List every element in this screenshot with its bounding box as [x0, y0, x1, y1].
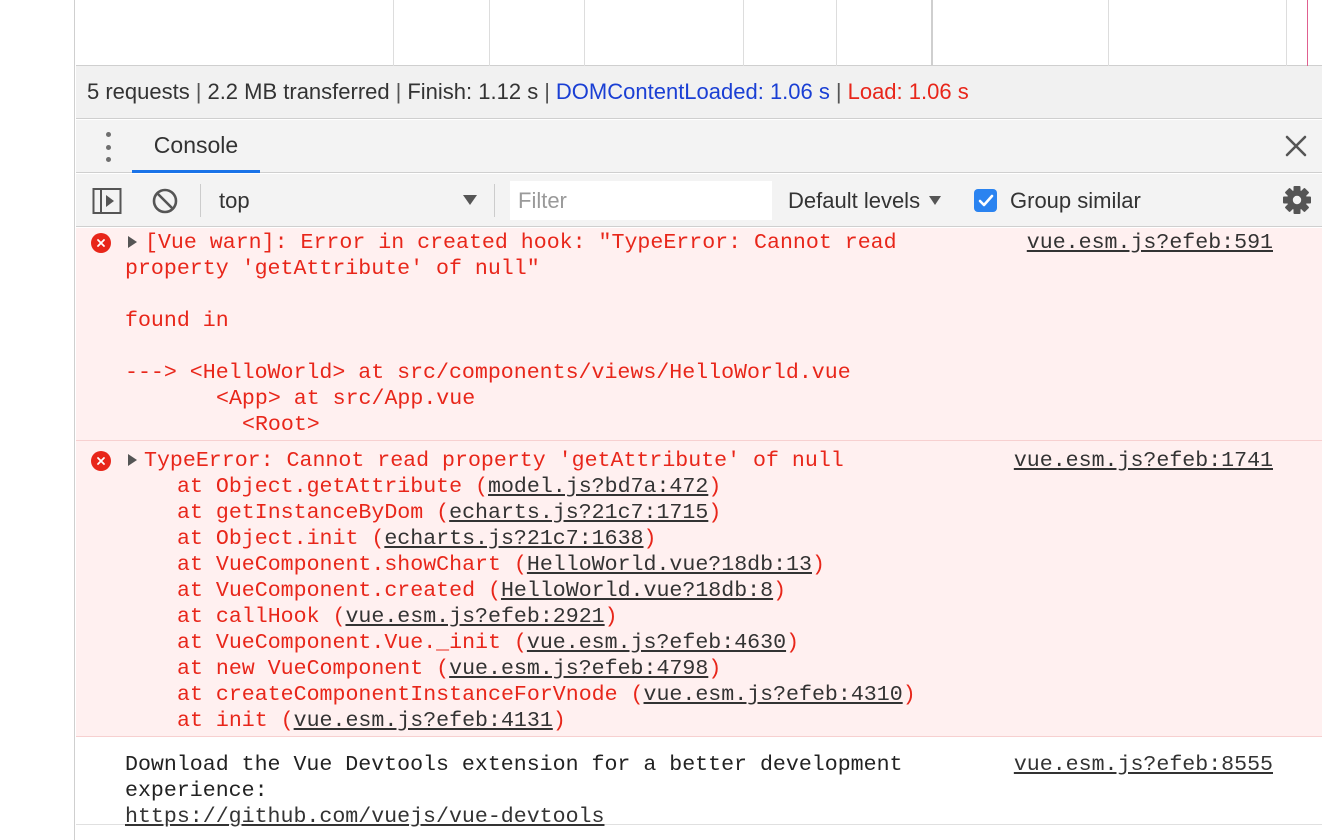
finish-time: Finish: 1.12 s	[407, 79, 539, 104]
timeline-gridline	[1108, 0, 1109, 66]
message-text: found in	[125, 309, 229, 333]
drawer-tab-bar: Console	[76, 120, 1322, 173]
stack-location-link[interactable]: echarts.js?21c7:1638	[384, 527, 643, 551]
stack-frame: at init (vue.esm.js?efeb:4131)	[177, 709, 566, 733]
stack-function: at getInstanceByDom	[177, 501, 424, 525]
stack-location-link[interactable]: echarts.js?21c7:1715	[449, 501, 708, 525]
toolbar-divider	[494, 184, 495, 217]
dom-content-loaded-time: DOMContentLoaded: 1.06 s	[555, 79, 830, 104]
context-selector[interactable]: top	[206, 182, 482, 219]
page-gutter	[0, 0, 75, 840]
close-icon[interactable]	[1282, 132, 1310, 160]
stack-location-link[interactable]: HelloWorld.vue?18db:8	[501, 579, 773, 603]
stack-location-link[interactable]: vue.esm.js?efeb:2921	[345, 605, 604, 629]
stack-function: at init	[177, 709, 268, 733]
stack-function: at VueComponent.Vue._init	[177, 631, 501, 655]
source-link[interactable]: vue.esm.js?efeb:1741	[1014, 448, 1273, 474]
stack-frame: at VueComponent.created (HelloWorld.vue?…	[177, 579, 787, 603]
message-text: TypeError: Cannot read property 'getAttr…	[144, 449, 844, 473]
stack-function: at new VueComponent	[177, 657, 424, 681]
summary-separator: |	[544, 79, 550, 104]
message-text: experience:	[125, 779, 268, 803]
requests-count: 5 requests	[87, 79, 190, 104]
message-text: Download the Vue Devtools extension for …	[125, 753, 903, 777]
group-similar-checkbox[interactable]	[974, 189, 997, 212]
timeline-gridline	[393, 0, 394, 66]
stack-frame: at VueComponent.showChart (HelloWorld.vu…	[177, 553, 825, 577]
stack-function: at VueComponent.showChart	[177, 553, 501, 577]
stack-function: at callHook	[177, 605, 320, 629]
transferred-size: 2.2 MB transferred	[207, 79, 390, 104]
message-text: <App> at src/App.vue	[216, 387, 476, 411]
context-value: top	[219, 187, 250, 213]
tab-console[interactable]: Console	[132, 120, 260, 173]
stack-location-link[interactable]: model.js?bd7a:472	[488, 475, 708, 499]
stack-location-link[interactable]: HelloWorld.vue?18db:13	[527, 553, 812, 577]
clear-console-icon[interactable]	[151, 187, 179, 215]
timeline-gridline	[489, 0, 490, 66]
summary-separator: |	[395, 79, 402, 104]
load-event-marker	[1307, 0, 1308, 66]
dropdown-arrow-icon	[463, 195, 477, 205]
timeline-gridline	[584, 0, 585, 66]
summary-separator: |	[195, 79, 202, 104]
console-error-message: vue.esm.js?efeb:591 [Vue warn]: Error in…	[76, 228, 1322, 441]
message-text: <Root>	[242, 413, 320, 437]
console-info-message: vue.esm.js?efeb:8555 Download the Vue De…	[76, 737, 1322, 829]
group-similar-label[interactable]: Group similar	[1010, 182, 1141, 219]
expand-arrow-icon[interactable]	[128, 236, 137, 248]
stack-frame: at Object.init (echarts.js?21c7:1638)	[177, 527, 657, 551]
summary-separator: |	[835, 79, 842, 104]
expand-arrow-icon[interactable]	[128, 454, 137, 466]
error-icon	[91, 233, 111, 253]
source-link[interactable]: vue.esm.js?efeb:8555	[1014, 752, 1273, 778]
network-summary-bar: 5 requests | 2.2 MB transferred | Finish…	[76, 66, 1322, 119]
log-levels-label: Default levels	[788, 187, 921, 213]
stack-frame: at Object.getAttribute (model.js?bd7a:47…	[177, 475, 722, 499]
log-levels-dropdown[interactable]: Default levels	[788, 182, 942, 219]
stack-function: at Object.init	[177, 527, 359, 551]
stack-location-link[interactable]: vue.esm.js?efeb:4131	[294, 709, 553, 733]
console-toolbar: top Default levels Group similar	[76, 174, 1322, 227]
timeline-gridline	[1286, 0, 1287, 66]
message-text: ---> <HelloWorld> at src/components/view…	[125, 361, 851, 385]
devtools-link[interactable]: https://github.com/vuejs/vue-devtools	[125, 804, 604, 830]
stack-function: at createComponentInstanceForVnode	[177, 683, 618, 707]
settings-gear-icon[interactable]	[1282, 185, 1312, 215]
stack-function: at VueComponent.created	[177, 579, 476, 603]
dropdown-arrow-icon	[929, 196, 942, 205]
stack-location-link[interactable]: vue.esm.js?efeb:4630	[527, 631, 786, 655]
devtools-panel: 5 requests | 2.2 MB transferred | Finish…	[76, 0, 1322, 840]
stack-location-link[interactable]: vue.esm.js?efeb:4310	[644, 683, 903, 707]
show-sidebar-icon[interactable]	[92, 187, 122, 215]
stack-location-link[interactable]: vue.esm.js?efeb:4798	[449, 657, 708, 681]
stack-frame: at callHook (vue.esm.js?efeb:2921)	[177, 605, 618, 629]
timeline-gridline	[836, 0, 837, 66]
message-text: property 'getAttribute' of null"	[125, 257, 540, 281]
console-error-message: vue.esm.js?efeb:1741 TypeError: Cannot r…	[76, 441, 1322, 737]
stack-frame: at createComponentInstanceForVnode (vue.…	[177, 683, 916, 707]
filter-input[interactable]	[510, 181, 772, 220]
toolbar-divider	[200, 184, 201, 217]
console-messages: vue.esm.js?efeb:591 [Vue warn]: Error in…	[76, 228, 1322, 840]
stack-frame: at new VueComponent (vue.esm.js?efeb:479…	[177, 657, 722, 681]
message-text: [Vue warn]: Error in created hook: "Type…	[145, 231, 897, 255]
load-time: Load: 1.06 s	[847, 79, 969, 104]
source-link[interactable]: vue.esm.js?efeb:591	[1027, 230, 1273, 256]
stack-frame: at getInstanceByDom (echarts.js?21c7:171…	[177, 501, 722, 525]
checkmark-icon	[978, 194, 993, 206]
stack-frame: at VueComponent.Vue._init (vue.esm.js?ef…	[177, 631, 800, 655]
stack-function: at Object.getAttribute	[177, 475, 463, 499]
timeline-gridline	[743, 0, 744, 66]
error-icon	[91, 451, 111, 471]
kebab-menu-icon[interactable]	[100, 132, 116, 162]
timeline-gridline	[931, 0, 933, 66]
network-timeline	[76, 0, 1322, 66]
